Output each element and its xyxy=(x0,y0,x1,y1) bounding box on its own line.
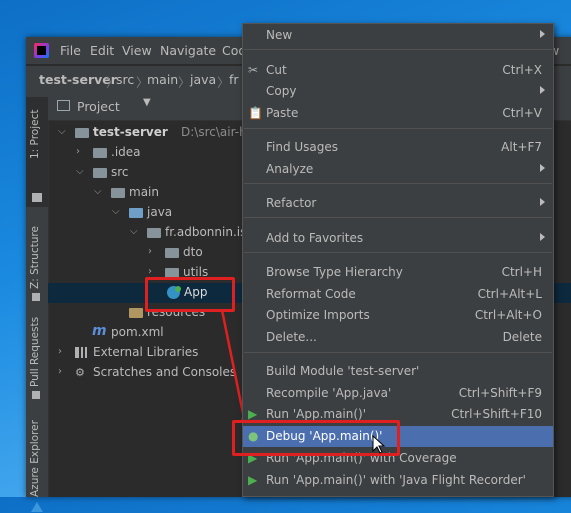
menu-item-add-favorites-label: Add to Favorites xyxy=(266,231,364,245)
menu-item-find-usages-label: Find Usages xyxy=(266,140,339,154)
menu-item-recompile-shortcut: Ctrl+Shift+F9 xyxy=(458,386,542,400)
profiler-icon: ▶ xyxy=(248,473,258,487)
menu-item-delete[interactable]: Delete... Delete xyxy=(243,327,553,348)
menu-item-optimize-imports-shortcut: Ctrl+Alt+O xyxy=(474,308,542,322)
menu-item-browse-hierarchy-label: Browse Type Hierarchy xyxy=(266,265,403,279)
menu-item-build-module-label: Build Module 'test-server' xyxy=(266,364,420,378)
clipboard-icon: 📋 xyxy=(248,106,263,120)
scissors-icon: ✂ xyxy=(248,63,259,77)
menu-item-analyze-label: Analyze xyxy=(266,162,314,176)
menu-separator xyxy=(244,128,552,129)
run-icon: ▶ xyxy=(248,407,258,421)
menu-item-cut[interactable]: ✂ Cut Ctrl+X xyxy=(243,60,553,81)
mouse-cursor-icon xyxy=(372,435,386,454)
menu-separator xyxy=(244,252,552,253)
menu-item-analyze[interactable]: Analyze xyxy=(243,159,553,180)
menu-item-copy-label: Copy xyxy=(266,84,297,98)
menu-separator xyxy=(244,352,552,353)
submenu-arrow-icon xyxy=(540,30,545,38)
submenu-arrow-icon xyxy=(540,164,545,172)
menu-item-paste-label: Paste xyxy=(266,106,299,120)
menu-item-new[interactable]: New xyxy=(243,25,553,46)
menu-item-run-label: Run 'App.main()' xyxy=(266,407,367,421)
menu-item-optimize-imports-label: Optimize Imports xyxy=(266,308,370,322)
submenu-arrow-icon xyxy=(540,198,545,206)
menu-item-browse-hierarchy-shortcut: Ctrl+H xyxy=(501,265,542,279)
menu-item-find-usages[interactable]: Find Usages Alt+F7 xyxy=(243,137,553,158)
menu-item-add-favorites[interactable]: Add to Favorites xyxy=(243,228,553,249)
menu-item-reformat-shortcut: Ctrl+Alt+L xyxy=(477,287,542,301)
menu-item-refactor[interactable]: Refactor xyxy=(243,193,553,214)
menu-item-new-label: New xyxy=(266,28,293,42)
menu-item-refactor-label: Refactor xyxy=(266,196,317,210)
menu-item-optimize-imports[interactable]: Optimize Imports Ctrl+Alt+O xyxy=(243,305,553,326)
menu-separator xyxy=(244,49,552,50)
menu-item-find-usages-shortcut: Alt+F7 xyxy=(501,140,542,154)
menu-item-run-jfr[interactable]: ▶ Run 'App.main()' with 'Java Flight Rec… xyxy=(243,470,553,491)
menu-item-copy[interactable]: Copy xyxy=(243,81,553,102)
submenu-arrow-icon xyxy=(540,233,545,241)
menu-item-run-shortcut: Ctrl+Shift+F10 xyxy=(451,407,542,421)
menu-item-cut-shortcut: Ctrl+X xyxy=(502,63,542,77)
menu-item-reformat-label: Reformat Code xyxy=(266,287,356,301)
menu-item-browse-hierarchy[interactable]: Browse Type Hierarchy Ctrl+H xyxy=(243,262,553,283)
menu-separator xyxy=(244,217,552,218)
menu-separator xyxy=(244,183,552,184)
submenu-arrow-icon xyxy=(540,86,545,94)
menu-item-recompile-label: Recompile 'App.java' xyxy=(266,386,392,400)
menu-item-paste-shortcut: Ctrl+V xyxy=(502,106,542,120)
menu-item-cut-label: Cut xyxy=(266,63,287,77)
menu-item-delete-label: Delete... xyxy=(266,330,317,344)
menu-item-run-jfr-label: Run 'App.main()' with 'Java Flight Recor… xyxy=(266,473,526,487)
menu-item-reformat[interactable]: Reformat Code Ctrl+Alt+L xyxy=(243,284,553,305)
menu-item-recompile[interactable]: Recompile 'App.java' Ctrl+Shift+F9 xyxy=(243,383,553,404)
menu-item-delete-shortcut: Delete xyxy=(502,330,542,344)
menu-item-build-module[interactable]: Build Module 'test-server' xyxy=(243,361,553,382)
azure-icon xyxy=(31,502,43,512)
menu-item-paste[interactable]: 📋 Paste Ctrl+V xyxy=(243,103,553,124)
